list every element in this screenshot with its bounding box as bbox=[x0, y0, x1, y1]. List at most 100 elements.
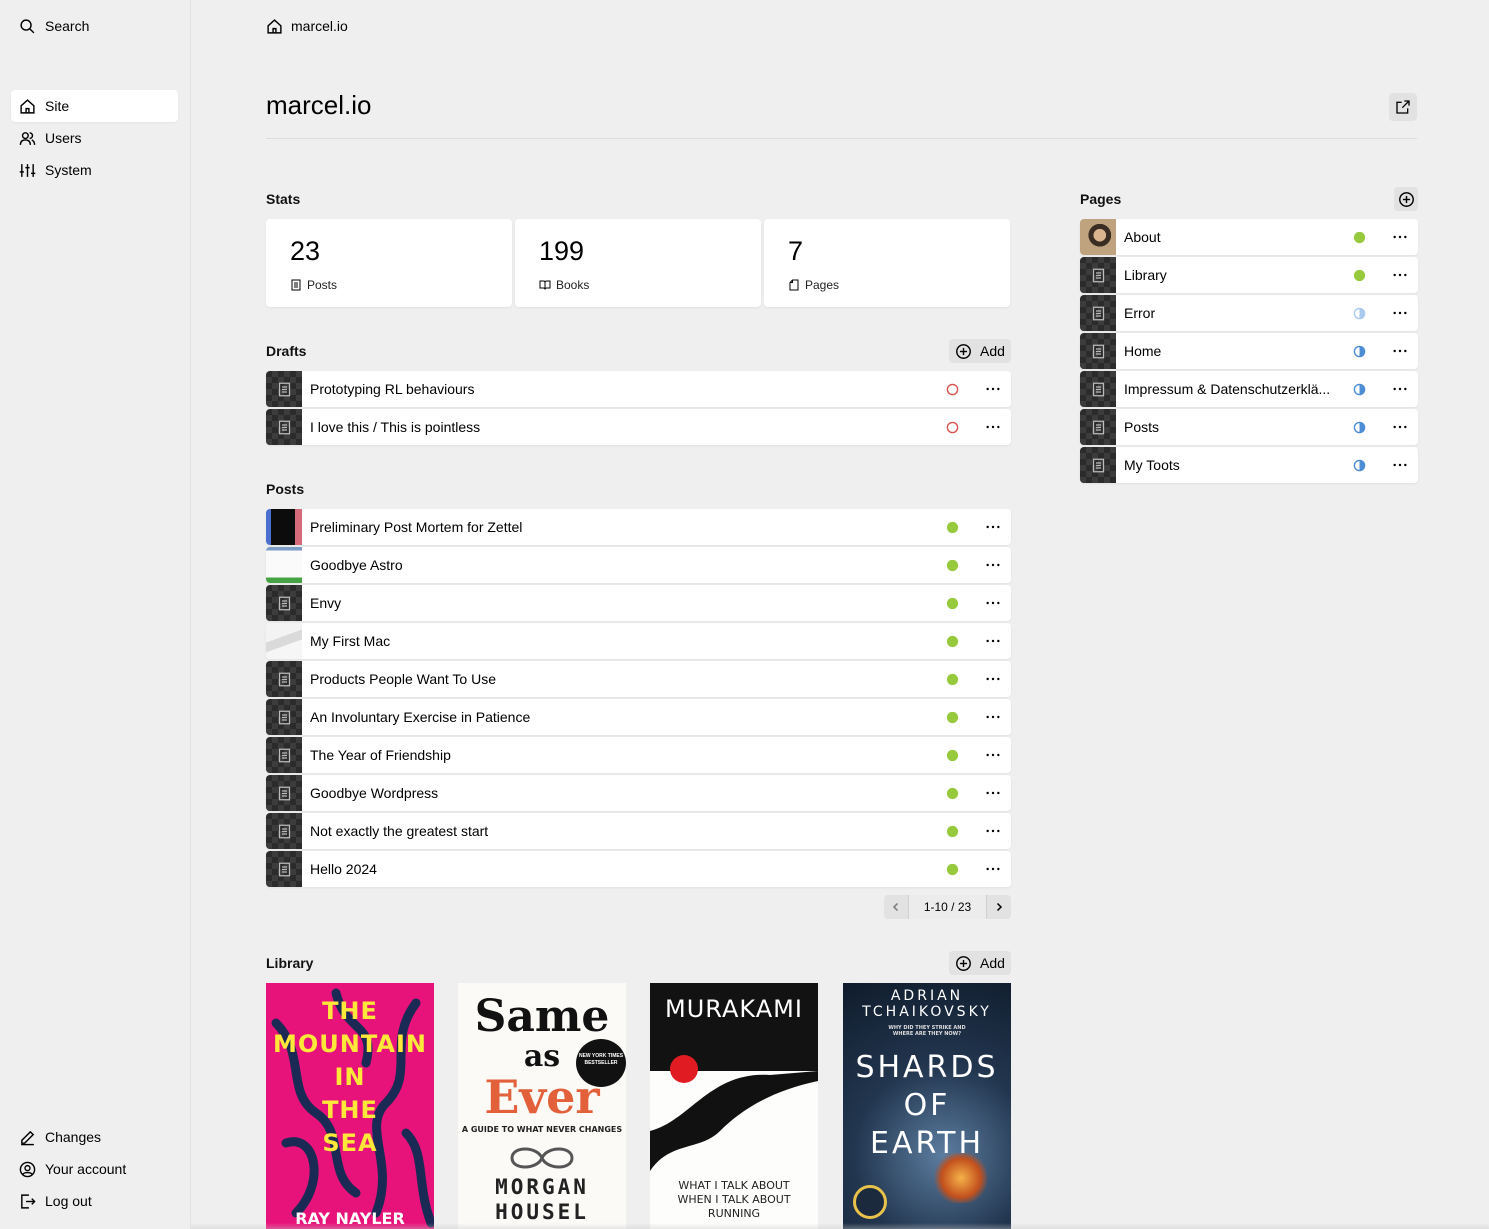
status-button[interactable] bbox=[1352, 382, 1366, 396]
item-title: Impressum & Datenschutzerklä... bbox=[1124, 381, 1331, 397]
list-item[interactable]: Error bbox=[1080, 295, 1418, 331]
stat-pages[interactable]: 7 Pages bbox=[764, 219, 1010, 307]
pagination-info[interactable]: 1-10 / 23 bbox=[908, 895, 987, 919]
status-button[interactable] bbox=[945, 748, 959, 762]
book-title: MURAKAMI bbox=[665, 995, 803, 1023]
sidebar-item-system[interactable]: System bbox=[11, 154, 178, 186]
item-title: Home bbox=[1124, 343, 1162, 359]
status-button[interactable] bbox=[945, 520, 959, 534]
status-draft-icon bbox=[946, 421, 958, 433]
status-button[interactable] bbox=[945, 634, 959, 648]
status-button[interactable] bbox=[945, 786, 959, 800]
more-icon bbox=[986, 425, 1000, 429]
list-item[interactable]: My First Mac bbox=[266, 623, 1011, 659]
add-book-button[interactable]: Add bbox=[949, 951, 1011, 975]
options-button[interactable] bbox=[981, 553, 1005, 577]
users-icon bbox=[19, 131, 36, 145]
document-icon bbox=[278, 786, 290, 800]
item-title: Library bbox=[1124, 267, 1167, 283]
sidebar-item-label: Log out bbox=[45, 1193, 92, 1209]
list-item[interactable]: Hello 2024 bbox=[266, 851, 1011, 887]
breadcrumb[interactable]: marcel.io bbox=[266, 16, 348, 36]
stat-posts[interactable]: 23 Posts bbox=[266, 219, 512, 307]
sidebar-item-site[interactable]: Site bbox=[11, 90, 178, 122]
title-divider bbox=[266, 138, 1417, 139]
options-button[interactable] bbox=[1388, 453, 1412, 477]
status-button[interactable] bbox=[945, 672, 959, 686]
list-item[interactable]: My Toots bbox=[1080, 447, 1418, 483]
status-button[interactable] bbox=[1352, 420, 1366, 434]
options-button[interactable] bbox=[981, 781, 1005, 805]
list-item[interactable]: Goodbye Astro bbox=[266, 547, 1011, 583]
status-button[interactable] bbox=[1352, 230, 1366, 244]
document-icon bbox=[278, 420, 290, 434]
status-button[interactable] bbox=[1352, 306, 1366, 320]
book-cover[interactable]: THE MOUNTAIN IN THE SEA RAY NAYLER bbox=[266, 983, 434, 1229]
list-item[interactable]: Not exactly the greatest start bbox=[266, 813, 1011, 849]
prev-page-button[interactable] bbox=[884, 895, 908, 919]
list-item[interactable]: Envy bbox=[266, 585, 1011, 621]
status-button[interactable] bbox=[945, 420, 959, 434]
sidebar-item-account[interactable]: Your account bbox=[11, 1153, 178, 1185]
list-item[interactable]: Home bbox=[1080, 333, 1418, 369]
next-page-button[interactable] bbox=[987, 895, 1011, 919]
list-item[interactable]: Posts bbox=[1080, 409, 1418, 445]
options-button[interactable] bbox=[1388, 301, 1412, 325]
list-item[interactable]: Preliminary Post Mortem for Zettel bbox=[266, 509, 1011, 545]
status-button[interactable] bbox=[1352, 268, 1366, 282]
document-icon bbox=[1092, 458, 1104, 472]
status-button[interactable] bbox=[1352, 344, 1366, 358]
options-button[interactable] bbox=[1388, 415, 1412, 439]
options-button[interactable] bbox=[981, 629, 1005, 653]
list-item[interactable]: Products People Want To Use bbox=[266, 661, 1011, 697]
item-thumbnail bbox=[266, 813, 302, 849]
stat-books[interactable]: 199 Books bbox=[515, 219, 761, 307]
list-item[interactable]: Impressum & Datenschutzerklä... bbox=[1080, 371, 1418, 407]
list-item[interactable]: Goodbye Wordpress bbox=[266, 775, 1011, 811]
options-button[interactable] bbox=[981, 667, 1005, 691]
options-button[interactable] bbox=[981, 819, 1005, 843]
item-thumbnail bbox=[266, 509, 302, 545]
main-content: marcel.io marcel.io Stats 23 Posts 199 B… bbox=[191, 0, 1489, 1229]
book-title: THE MOUNTAIN IN THE SEA bbox=[273, 997, 427, 1157]
options-button[interactable] bbox=[981, 857, 1005, 881]
list-item[interactable]: About bbox=[1080, 219, 1418, 255]
sidebar-item-users[interactable]: Users bbox=[11, 122, 178, 154]
sidebar-item-changes[interactable]: Changes bbox=[11, 1121, 178, 1153]
options-button[interactable] bbox=[981, 591, 1005, 615]
options-button[interactable] bbox=[981, 705, 1005, 729]
sidebar: Search Site Users System Changes Your ac… bbox=[0, 0, 191, 1229]
item-title: My Toots bbox=[1124, 457, 1180, 473]
status-button[interactable] bbox=[945, 558, 959, 572]
open-site-button[interactable] bbox=[1389, 93, 1417, 121]
options-button[interactable] bbox=[981, 415, 1005, 439]
sidebar-item-logout[interactable]: Log out bbox=[11, 1185, 178, 1217]
list-item[interactable]: An Involuntary Exercise in Patience bbox=[266, 699, 1011, 735]
status-draft-icon bbox=[946, 383, 958, 395]
book-cover[interactable]: MURAKAMI WHAT I TALK ABOUT WHEN I TALK A… bbox=[650, 983, 818, 1229]
list-item[interactable]: Library bbox=[1080, 257, 1418, 293]
options-button[interactable] bbox=[1388, 339, 1412, 363]
list-item[interactable]: The Year of Friendship bbox=[266, 737, 1011, 773]
options-button[interactable] bbox=[1388, 377, 1412, 401]
list-item[interactable]: Prototyping RL behaviours bbox=[266, 371, 1011, 407]
options-button[interactable] bbox=[1388, 263, 1412, 287]
list-item[interactable]: I love this / This is pointless bbox=[266, 409, 1011, 445]
book-cover[interactable]: Same as Ever NEW YORK TIMES BESTSELLER A… bbox=[458, 983, 626, 1229]
status-button[interactable] bbox=[945, 710, 959, 724]
options-button[interactable] bbox=[981, 515, 1005, 539]
stats-heading: Stats bbox=[266, 191, 301, 207]
status-button[interactable] bbox=[945, 596, 959, 610]
options-button[interactable] bbox=[1388, 225, 1412, 249]
add-page-button[interactable] bbox=[1394, 187, 1418, 211]
book-cover[interactable]: ADRIAN TCHAIKOVSKY WHY DID THEY STRIKE A… bbox=[843, 983, 1011, 1229]
search-button[interactable]: Search bbox=[11, 10, 178, 42]
options-button[interactable] bbox=[981, 377, 1005, 401]
status-button[interactable] bbox=[1352, 458, 1366, 472]
book-tagline: A GUIDE TO WHAT NEVER CHANGES bbox=[461, 1125, 623, 1134]
add-draft-button[interactable]: Add bbox=[949, 339, 1011, 363]
status-button[interactable] bbox=[945, 862, 959, 876]
status-button[interactable] bbox=[945, 382, 959, 396]
options-button[interactable] bbox=[981, 743, 1005, 767]
status-button[interactable] bbox=[945, 824, 959, 838]
